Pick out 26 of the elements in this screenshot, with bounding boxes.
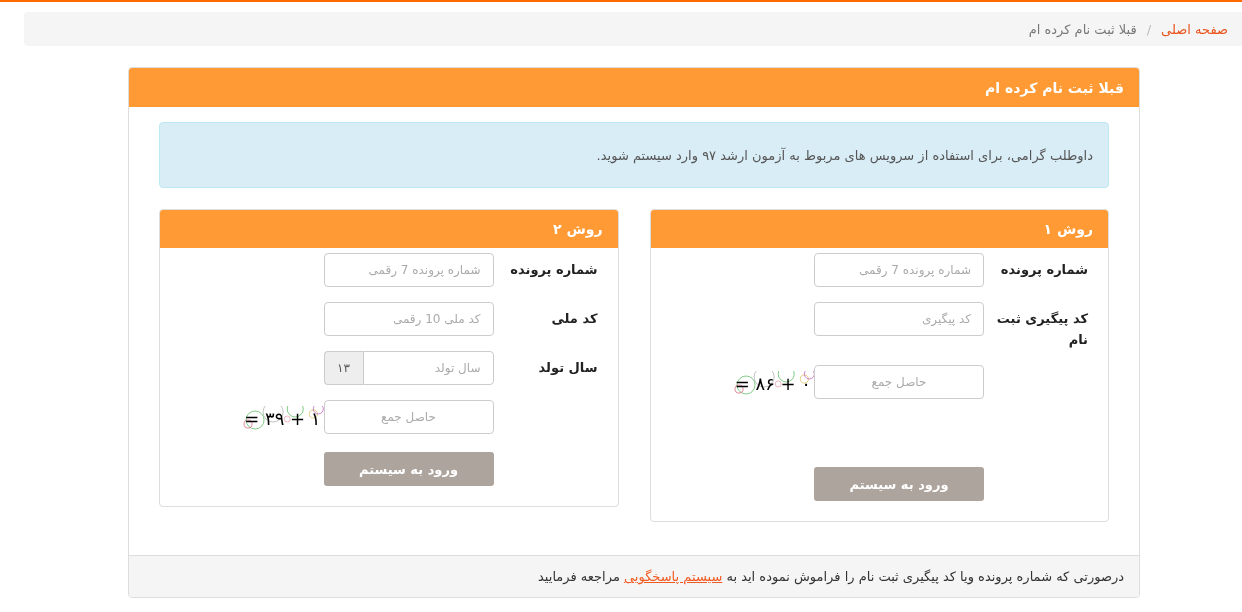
input-field[interactable]: سال تولد	[362, 351, 494, 385]
input-field[interactable]: شماره پرونده 7 رقمی	[323, 253, 494, 287]
input-field[interactable]: کد پیگیری	[814, 302, 984, 336]
field-label: شماره پرونده	[1000, 262, 1088, 277]
footer-note: درصورتی که شماره پرونده ویا کد پیگیری ثبت نام را فراموش نموده اید به سیستم پاسخگویی مراجعه فرمایید	[538, 569, 1124, 584]
breadcrumb-separator: /	[1146, 21, 1152, 37]
captcha-image: = ۳۹ + ۱	[243, 406, 324, 432]
answer-field[interactable]: حاصل جمع	[323, 400, 494, 434]
answer-field[interactable]: حاصل جمع	[814, 365, 984, 399]
breadcrumb-current: قبلا ثبت نام کرده ام	[1028, 21, 1137, 37]
method-title: روش ۱	[1043, 221, 1093, 237]
method-title: روش ۲	[553, 221, 603, 237]
input-field[interactable]: شماره پرونده 7 رقمی	[814, 253, 984, 287]
input-field[interactable]: کد ملی 10 رقمی	[323, 302, 494, 336]
panel-title: قبلا ثبت نام کرده ام	[985, 79, 1124, 96]
support-system-link[interactable]: سیستم پاسخگویی	[624, 569, 723, 584]
field-label: سال تولد	[538, 360, 598, 375]
info-alert: داوطلب گرامی، برای استفاده از سرویس های مربوط به آزمون ارشد ۹۷ وارد سیستم شوید.	[159, 122, 1109, 188]
breadcrumb-link[interactable]: صفحه اصلی	[1161, 21, 1228, 37]
field-label: کد پیگیری ثبت نام	[996, 311, 1088, 347]
login-button[interactable]: ورود به سیستم	[323, 452, 494, 486]
captcha-image: = ۸۶ + ۰	[733, 371, 814, 397]
field-label: کد ملی	[551, 311, 598, 326]
year-prefix-addon: ۱۳	[323, 351, 363, 385]
field-label: شماره پرونده	[510, 262, 598, 277]
login-button[interactable]: ورود به سیستم	[814, 467, 984, 501]
